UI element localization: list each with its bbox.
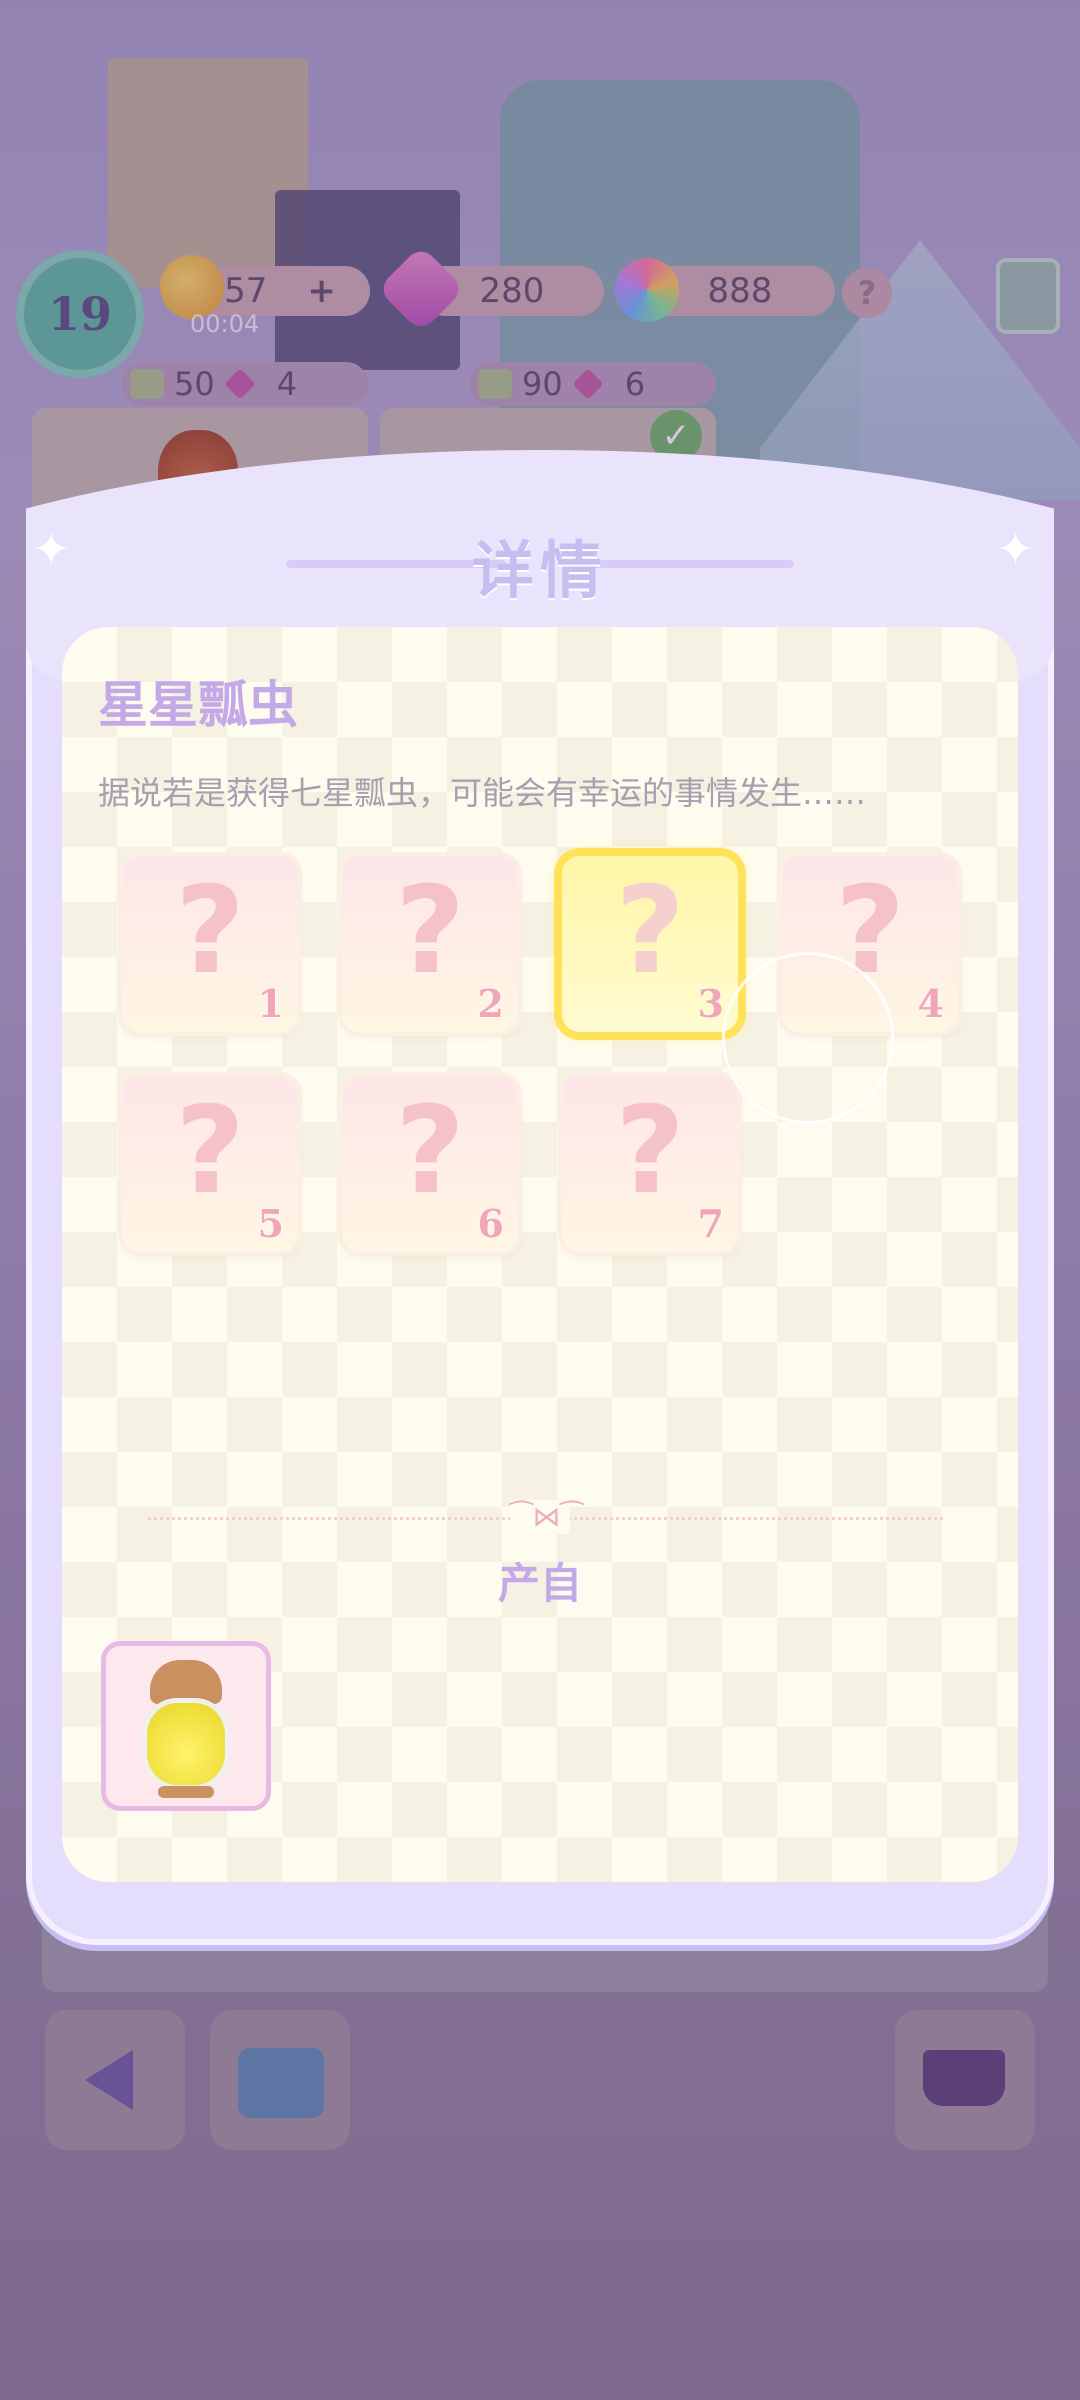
sparkle-icon: ✦ bbox=[996, 522, 1035, 576]
sparkle-icon: ✦ bbox=[32, 522, 71, 576]
slot-number: 5 bbox=[257, 1201, 284, 1246]
collection-slot-6[interactable]: ? 6 bbox=[342, 1076, 518, 1252]
unknown-icon: ? bbox=[615, 1082, 685, 1221]
collection-slot-7[interactable]: ? 7 bbox=[562, 1076, 738, 1252]
slot-number: 7 bbox=[697, 1201, 724, 1246]
collection-slot-5[interactable]: ? 5 bbox=[122, 1076, 298, 1252]
collection-slot-2[interactable]: ? 2 bbox=[342, 856, 518, 1032]
unknown-icon: ? bbox=[615, 862, 685, 1001]
slot-number: 2 bbox=[477, 981, 504, 1026]
modal-title: 详情 bbox=[471, 534, 608, 607]
unknown-icon: ? bbox=[395, 1082, 465, 1221]
collection-slot-3[interactable]: ? 3 bbox=[562, 856, 738, 1032]
lantern-body bbox=[142, 1698, 230, 1790]
slot-number: 4 bbox=[917, 981, 944, 1026]
unknown-icon: ? bbox=[175, 862, 245, 1001]
tap-indicator bbox=[722, 952, 894, 1124]
bow-icon: ⁀⋈⁀ bbox=[510, 1500, 584, 1534]
source-item-lantern[interactable] bbox=[106, 1646, 266, 1806]
unknown-icon: ? bbox=[175, 1082, 245, 1221]
item-name: 星星瓢虫 bbox=[98, 675, 298, 734]
slot-number: 6 bbox=[477, 1201, 504, 1246]
slot-number: 1 bbox=[257, 981, 284, 1026]
unknown-icon: ? bbox=[395, 862, 465, 1001]
lantern-base bbox=[158, 1786, 214, 1798]
item-description: 据说若是获得七星瓢虫，可能会有幸运的事情发生…… bbox=[98, 774, 867, 812]
source-heading: 产自 bbox=[497, 1559, 582, 1608]
collection-slot-1[interactable]: ? 1 bbox=[122, 856, 298, 1032]
slot-number: 3 bbox=[697, 981, 724, 1026]
